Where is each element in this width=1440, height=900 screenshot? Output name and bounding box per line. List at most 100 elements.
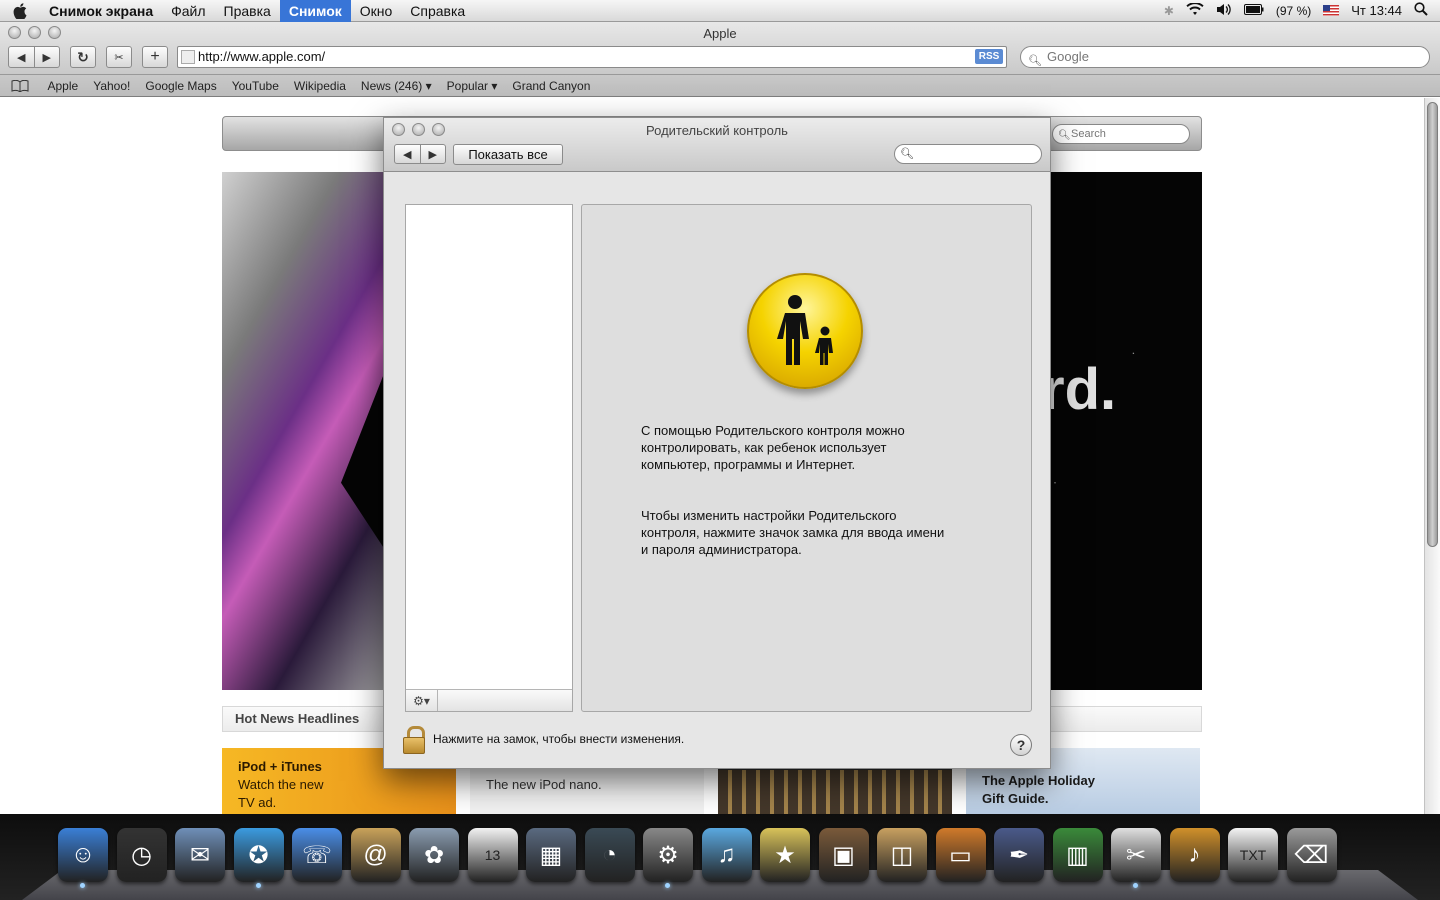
apple-site-search[interactable]: 🔍︎ Search [1052,124,1190,144]
bluetooth-icon[interactable]: ✱ [1164,4,1174,18]
bookmarks-bar: Apple Yahoo! Google Maps YouTube Wikiped… [0,74,1440,97]
rss-button[interactable]: RSS [975,49,1003,64]
lock-message: Нажмите на замок, чтобы внести изменения… [433,732,685,746]
accounts-list[interactable]: ⚙▾ [405,204,573,712]
hero-tagline: rd. [1042,357,1117,422]
dialog-back-button[interactable]: ◀ [395,145,421,163]
iphoto-preview-icon[interactable]: ✿ [409,828,459,882]
mail-glyph: ✉ [189,841,211,869]
apple-site-search-placeholder: Search [1071,128,1106,140]
bookmark-popular[interactable]: Popular ▾ [439,79,505,93]
numbers-icon[interactable]: ▥ [1052,828,1103,882]
promo-ipod-itunes-line2: Watch the new [238,777,324,792]
back-button[interactable]: ◀ [9,47,35,67]
menu-edit[interactable]: Правка [215,0,280,22]
promo-gift-guide-line1: The Apple Holiday [982,773,1095,788]
wifi-icon[interactable] [1186,1,1204,19]
mail-icon[interactable]: ✉ [175,828,225,882]
bookmark-youtube[interactable]: YouTube [224,79,286,93]
bookmark-wikipedia[interactable]: Wikipedia [286,79,353,93]
address-url[interactable]: http://www.apple.com/ [198,49,325,64]
dashboard-glyph: ◷ [131,841,152,869]
bookmark-yahoo[interactable]: Yahoo! [86,79,138,93]
itunes-icon[interactable]: ♫ [701,828,752,882]
imovie-icon[interactable]: ★ [760,828,810,882]
ical-glyph: 13 [484,847,501,863]
preferences-search-field[interactable]: 🔍︎ [894,144,1042,164]
menu-window[interactable]: Окно [351,0,402,22]
time-machine-icon[interactable]: ◔ [584,828,635,882]
menu-clock[interactable]: Чт 13:44 [1351,3,1402,18]
spaces-glyph: ▦ [539,841,563,869]
reload-button[interactable]: ↻ [70,46,96,68]
search-icon: 🔍︎ [1058,130,1071,141]
battery-icon[interactable] [1243,3,1264,18]
promo-ipod-nano-title: The new iPod nano. [486,777,602,792]
show-all-button[interactable]: Показать все [453,144,563,165]
keynote-glyph: ▭ [949,841,972,869]
dashboard-icon[interactable]: ◷ [116,828,167,882]
time-machine-glyph: ◔ [602,841,617,868]
trash-icon[interactable]: ⌫ [1286,828,1337,882]
iweb-glyph: ◫ [890,841,914,869]
dialog-title: Родительский контроль [646,123,788,138]
bookmark-google-maps[interactable]: Google Maps [138,79,224,93]
menu-bar: Снимок экрана Файл Правка Снимок Окно Сп… [0,0,1440,22]
keynote-icon[interactable]: ▭ [935,828,986,882]
ichat-icon[interactable]: ☏ [292,828,342,882]
hot-news-label[interactable]: Hot News Headlines [235,711,359,726]
menu-capture[interactable]: Снимок [279,0,351,22]
text-file-glyph: TXT [1239,847,1267,863]
google-search-field[interactable]: 🔍︎ Google [1020,46,1430,68]
battery-percent[interactable]: (97 %) [1276,4,1311,18]
grab-icon[interactable]: ✂ [1111,828,1161,888]
scrollbar-thumb[interactable] [1427,102,1438,547]
vertical-scrollbar[interactable] [1424,98,1440,814]
finder-icon[interactable]: ☺ [58,828,108,888]
volume-icon[interactable] [1216,3,1232,19]
imovie-glyph: ★ [774,841,796,869]
iweb-icon[interactable]: ◫ [877,828,927,882]
address-bar[interactable]: http://www.apple.com/ [177,46,1007,68]
bookmark-news[interactable]: News (246) ▾ [353,79,439,93]
safari-icon[interactable]: ✪ [233,828,284,888]
plus-icon: + [150,48,160,65]
iphoto-glyph: ▣ [832,841,855,869]
safari-glyph: ✪ [248,841,269,869]
lock-icon[interactable] [403,726,425,754]
bookmark-grand-canyon[interactable]: Grand Canyon [505,79,598,93]
parental-controls-description: С помощью Родительского контроля можно к… [641,405,986,592]
quill-glyph: ✒ [1008,841,1030,869]
apple-menu-icon[interactable] [0,2,40,19]
address-book-icon[interactable]: @ [350,828,401,882]
forward-button[interactable]: ▶ [35,47,60,67]
google-search-placeholder: Google [1047,49,1089,64]
input-source-flag-icon[interactable] [1323,5,1340,16]
ical-icon[interactable]: 13 [467,828,518,882]
gear-icon: ⚙▾ [413,693,430,708]
address-book-glyph: @ [363,841,388,868]
menu-app-name[interactable]: Снимок экрана [40,0,162,22]
dialog-forward-button[interactable]: ▶ [421,145,446,163]
snapback-button[interactable]: ✂ [106,46,132,68]
bookmark-apple[interactable]: Apple [40,79,86,93]
menu-help[interactable]: Справка [401,0,474,22]
garageband-icon[interactable]: ♪ [1169,828,1220,882]
window-title: Apple [703,26,737,41]
iphoto-icon[interactable]: ▣ [818,828,869,882]
menu-file[interactable]: Файл [162,0,214,22]
help-button[interactable]: ? [1010,734,1032,756]
bookmarks-book-icon[interactable] [0,80,40,92]
snapback-icon: ✂ [114,51,124,64]
gear-menu-button[interactable]: ⚙▾ [406,690,438,711]
dialog-back-forward: ◀ ▶ [394,144,446,164]
spaces-icon[interactable]: ▦ [526,828,576,882]
quill-icon[interactable]: ✒ [994,828,1044,882]
text-file-icon[interactable]: TXT [1228,828,1278,882]
ichat-glyph: ☏ [301,841,332,869]
grab-glyph: ✂ [1125,841,1147,869]
spotlight-icon[interactable] [1414,2,1428,19]
system-preferences-icon[interactable]: ⚙ [643,828,693,888]
finder-glyph: ☺ [70,841,96,868]
add-bookmark-button[interactable]: + [142,46,168,68]
